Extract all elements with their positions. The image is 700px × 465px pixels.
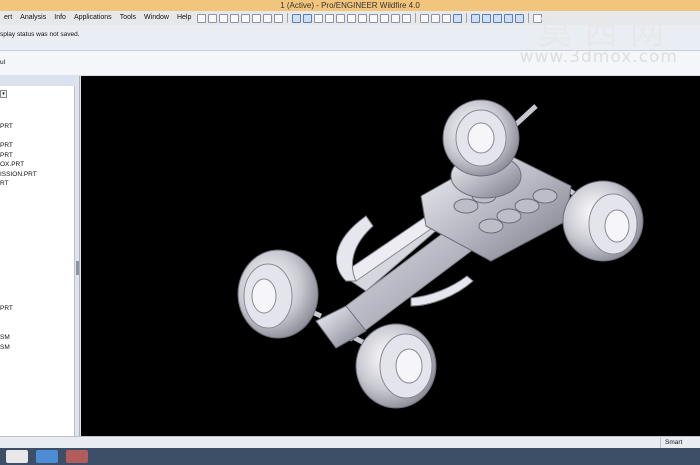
- reorient-icon[interactable]: [369, 13, 379, 23]
- toolbar-separator: [466, 13, 468, 23]
- find-icon[interactable]: [274, 13, 284, 23]
- tree-item[interactable]: RT: [0, 180, 9, 188]
- window-title: 1 (Active) - Pro/ENGINEER Wildfire 4.0: [280, 1, 420, 10]
- datum-points-icon[interactable]: [493, 13, 503, 23]
- pan-icon[interactable]: [325, 13, 335, 23]
- toolbar-separator: [287, 13, 289, 23]
- app-window: 1 (Active) - Pro/ENGINEER Wildfire 4.0 e…: [0, 0, 700, 465]
- copy-icon[interactable]: [230, 13, 240, 23]
- status-message: splay status was not saved.: [0, 31, 80, 38]
- selection-filter[interactable]: Smart: [660, 437, 700, 448]
- main-toolbar: [197, 13, 543, 23]
- model-tree-panel: ▾ PRT PRT PRT OX.PRT ISSION.PRT RT PRT S…: [0, 86, 75, 436]
- menu-analysis[interactable]: Analysis: [16, 11, 50, 25]
- shading-icon[interactable]: [453, 13, 463, 23]
- wheel-rear-left: [237, 249, 319, 339]
- view-manager-icon[interactable]: [402, 13, 412, 23]
- tree-item[interactable]: OX.PRT: [0, 161, 24, 169]
- annotations-icon[interactable]: [515, 13, 525, 23]
- tree-item[interactable]: SM: [0, 344, 10, 352]
- layers-icon[interactable]: [391, 13, 401, 23]
- menu-info[interactable]: Info: [50, 11, 70, 25]
- status-bar: Smart: [0, 436, 700, 448]
- toolbar-separator: [415, 13, 417, 23]
- refit-icon[interactable]: [358, 13, 368, 23]
- zoom-in-icon[interactable]: [336, 13, 346, 23]
- hidden-line-icon[interactable]: [431, 13, 441, 23]
- regenerate-icon[interactable]: [263, 13, 273, 23]
- tree-item[interactable]: SM: [0, 334, 10, 342]
- datum-axes-icon[interactable]: [482, 13, 492, 23]
- start-icon[interactable]: [6, 450, 28, 463]
- wheel-front-right: [562, 180, 644, 262]
- select-filter-icon[interactable]: [303, 13, 313, 23]
- cut-icon[interactable]: [219, 13, 229, 23]
- tree-item[interactable]: PRT: [0, 142, 13, 150]
- redo-icon[interactable]: [208, 13, 218, 23]
- app-icon[interactable]: [66, 450, 88, 463]
- panel-splitter[interactable]: [75, 76, 80, 436]
- wireframe-icon[interactable]: [420, 13, 430, 23]
- saved-views-icon[interactable]: [380, 13, 390, 23]
- watermark-url: www.3dmox.com: [519, 47, 678, 67]
- datum-planes-icon[interactable]: [471, 13, 481, 23]
- toolbar-separator: [528, 13, 530, 23]
- paste-special-icon[interactable]: [252, 13, 262, 23]
- tree-item[interactable]: PRT: [0, 305, 13, 313]
- paste-icon[interactable]: [241, 13, 251, 23]
- no-hidden-icon[interactable]: [442, 13, 452, 23]
- menu-tools[interactable]: Tools: [116, 11, 140, 25]
- select-icon[interactable]: [292, 13, 302, 23]
- menu-window[interactable]: Window: [140, 11, 173, 25]
- zoom-out-icon[interactable]: [347, 13, 357, 23]
- wheel-rear-right: [355, 323, 437, 409]
- tree-item[interactable]: PRT: [0, 152, 13, 160]
- menu-insert[interactable]: ert: [0, 11, 16, 25]
- os-taskbar: [0, 448, 700, 465]
- wheel-front-left: [442, 99, 520, 177]
- splitter-grip-icon[interactable]: [76, 261, 79, 275]
- car-model-render: [237, 99, 644, 409]
- navigator-label: ul: [0, 59, 6, 66]
- menu-help[interactable]: Help: [173, 11, 195, 25]
- menu-applications[interactable]: Applications: [70, 11, 116, 25]
- browser-icon[interactable]: [36, 450, 58, 463]
- graphics-window[interactable]: [81, 76, 700, 436]
- undo-icon[interactable]: [197, 13, 207, 23]
- coordinate-systems-icon[interactable]: [504, 13, 514, 23]
- tree-item[interactable]: ISSION.PRT: [0, 171, 37, 179]
- spin-icon[interactable]: [314, 13, 324, 23]
- tree-item[interactable]: PRT: [0, 123, 13, 131]
- model-tree-dropdown[interactable]: ▾: [0, 90, 7, 98]
